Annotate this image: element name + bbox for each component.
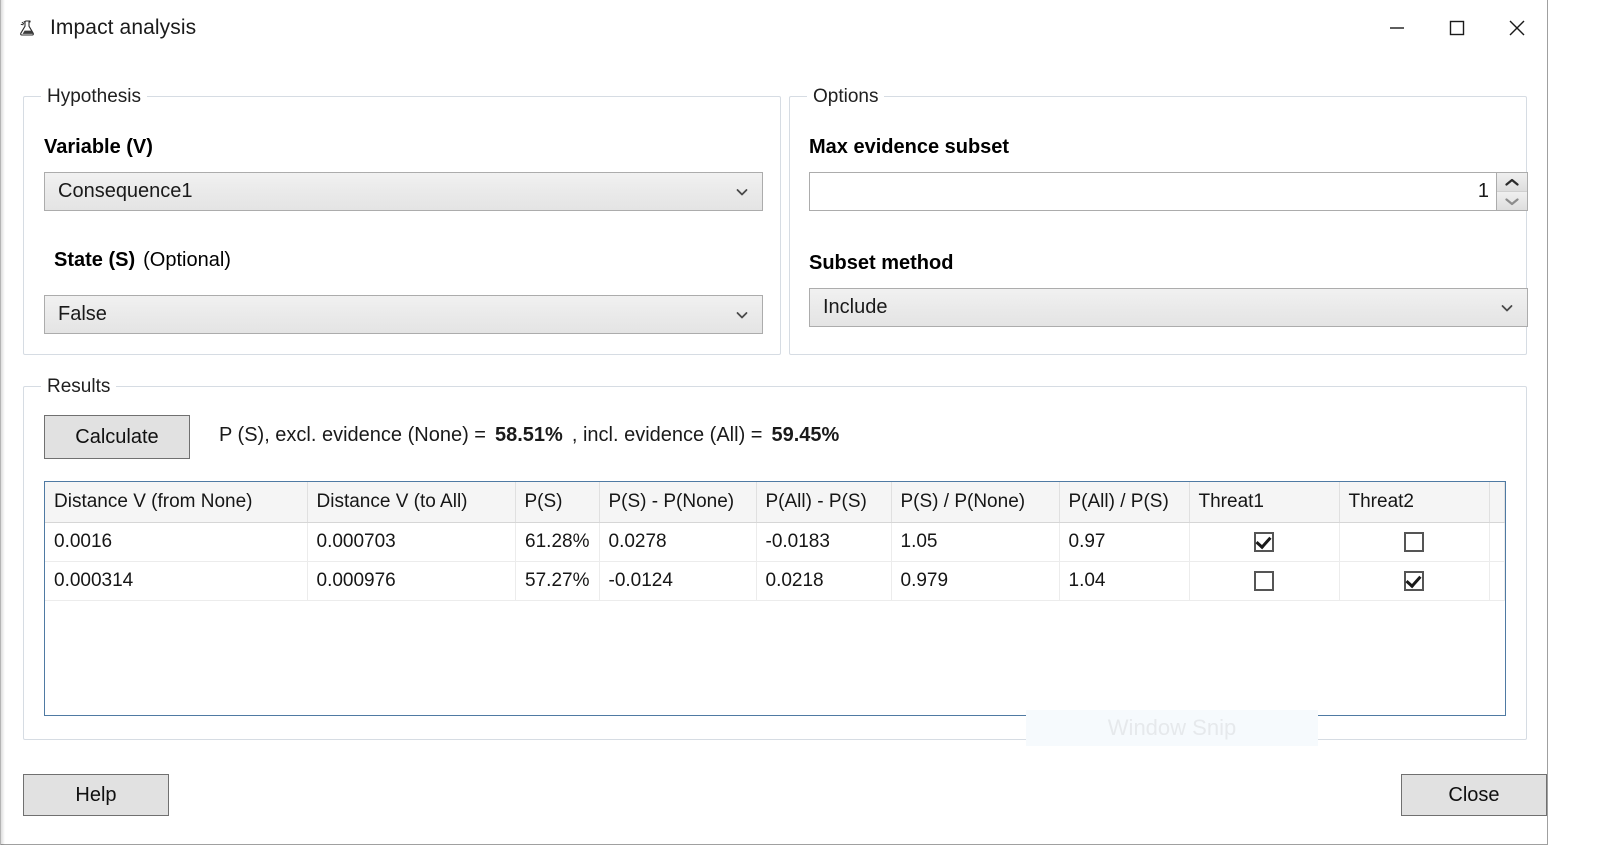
title-bar: Impact analysis [1, 0, 1547, 56]
cell-distance-from-none: 0.000314 [45, 561, 308, 601]
probability-incl-value: 59.45% [771, 424, 840, 446]
subset-method-label: Subset method [809, 252, 954, 274]
chevron-down-icon [1505, 197, 1519, 205]
threat1-checkbox[interactable] [1254, 531, 1274, 552]
window-controls [1367, 0, 1547, 56]
help-button[interactable]: Help [23, 774, 169, 816]
cell-filler [1489, 522, 1505, 562]
cell-threat2[interactable] [1339, 561, 1490, 601]
col-p-all-over-p-s[interactable]: P(All) / P(S) [1059, 482, 1190, 523]
cell-p-s-over-p-none: 0.979 [891, 561, 1060, 601]
minimize-icon [1390, 27, 1404, 29]
cell-p-s: 57.27% [515, 561, 600, 601]
cell-p-all-minus-p-s: 0.0218 [756, 561, 892, 601]
cell-p-s-over-p-none: 1.05 [891, 522, 1060, 562]
probability-summary: P (S), excl. evidence (None) = 58.51% , in… [219, 424, 839, 447]
cell-distance-to-all: 0.000703 [307, 522, 516, 562]
table-row[interactable]: 0.0016 0.000703 61.28% 0.0278 -0.0183 1.… [45, 522, 1505, 562]
state-combobox-value: False [58, 303, 107, 325]
state-label-text: State (S) [54, 249, 136, 271]
state-combobox[interactable]: False [44, 295, 763, 334]
threat2-checkbox[interactable] [1404, 531, 1424, 552]
calculate-button-label: Calculate [75, 425, 159, 448]
cell-threat1[interactable] [1189, 522, 1340, 562]
close-button[interactable]: Close [1401, 774, 1547, 816]
window-edge-shadow [1, 0, 5, 845]
table-row[interactable]: 0.000314 0.000976 57.27% -0.0124 0.0218 … [45, 561, 1505, 601]
table-header-row: Distance V (from None) Distance V (to Al… [45, 482, 1505, 523]
stepper-up-button[interactable] [1497, 173, 1527, 191]
col-distance-to-all[interactable]: Distance V (to All) [307, 482, 516, 523]
cell-p-all-over-p-s: 1.04 [1059, 561, 1190, 601]
cell-p-all-over-p-s: 0.97 [1059, 522, 1190, 562]
hypothesis-group: Hypothesis Variable (V) Consequence1 Sta… [23, 86, 781, 355]
flask-icon [18, 18, 38, 38]
col-threat2[interactable]: Threat2 [1339, 482, 1490, 523]
close-icon [1509, 20, 1525, 36]
cell-distance-from-none: 0.0016 [45, 522, 308, 562]
results-group-legend: Results [41, 376, 117, 398]
cell-p-s-minus-p-none: 0.0278 [599, 522, 757, 562]
max-evidence-subset-input[interactable] [810, 173, 1496, 210]
variable-combobox-value: Consequence1 [58, 180, 193, 202]
col-p-s[interactable]: P(S) [515, 482, 600, 523]
chevron-up-icon [1505, 178, 1519, 186]
col-p-s-minus-p-none[interactable]: P(S) - P(None) [599, 482, 757, 523]
cell-distance-to-all: 0.000976 [307, 561, 516, 601]
close-window-button[interactable] [1487, 0, 1547, 56]
maximize-button[interactable] [1427, 0, 1487, 56]
close-button-label: Close [1448, 783, 1500, 806]
probability-summary-middle: , incl. evidence (All) = [571, 424, 763, 446]
options-group: Options Max evidence subset 1 Subset met… [789, 86, 1528, 355]
variable-label: Variable (V) [44, 136, 153, 158]
subset-method-combobox[interactable]: Include [809, 288, 1528, 327]
cell-p-s: 61.28% [515, 522, 600, 562]
help-button-label: Help [75, 783, 117, 806]
col-filler [1489, 482, 1505, 523]
probability-excl-value: 58.51% [494, 424, 563, 446]
options-group-legend: Options [807, 86, 885, 108]
hypothesis-group-legend: Hypothesis [41, 86, 147, 108]
chevron-down-icon [722, 307, 762, 323]
cell-p-s-minus-p-none: -0.0124 [599, 561, 757, 601]
results-data-grid: Distance V (from None) Distance V (to Al… [45, 482, 1505, 601]
subset-method-combobox-value: Include [823, 296, 888, 318]
state-label: State (S) (Optional) [54, 249, 231, 272]
variable-combobox[interactable]: Consequence1 [44, 172, 763, 211]
chevron-down-icon [1487, 300, 1527, 316]
cell-threat2[interactable] [1339, 522, 1490, 562]
impact-analysis-window: Impact analysis Hypothesis Variable (V) … [0, 0, 1548, 845]
max-evidence-subset-stepper[interactable] [809, 172, 1528, 211]
col-p-s-over-p-none[interactable]: P(S) / P(None) [891, 482, 1060, 523]
cell-threat1[interactable] [1189, 561, 1340, 601]
maximize-icon [1449, 20, 1465, 36]
cell-filler [1489, 561, 1505, 601]
cell-p-all-minus-p-s: -0.0183 [756, 522, 892, 562]
window-title: Impact analysis [50, 16, 197, 39]
col-threat1[interactable]: Threat1 [1189, 482, 1340, 523]
stepper-buttons [1496, 173, 1527, 210]
screen: Impact analysis Hypothesis Variable (V) … [0, 0, 1600, 859]
minimize-button[interactable] [1367, 0, 1427, 56]
chevron-down-icon [722, 184, 762, 200]
threat2-checkbox[interactable] [1404, 570, 1424, 591]
calculate-button[interactable]: Calculate [44, 415, 190, 459]
col-distance-from-none[interactable]: Distance V (from None) [45, 482, 308, 523]
max-evidence-subset-label: Max evidence subset [809, 136, 1010, 158]
threat1-checkbox[interactable] [1254, 570, 1274, 591]
stepper-down-button[interactable] [1497, 191, 1527, 210]
col-p-all-minus-p-s[interactable]: P(All) - P(S) [756, 482, 892, 523]
state-optional-text: (Optional) [143, 249, 231, 271]
probability-summary-prefix: P (S), excl. evidence (None) = [219, 424, 486, 446]
results-table[interactable]: Distance V (from None) Distance V (to Al… [44, 481, 1506, 716]
